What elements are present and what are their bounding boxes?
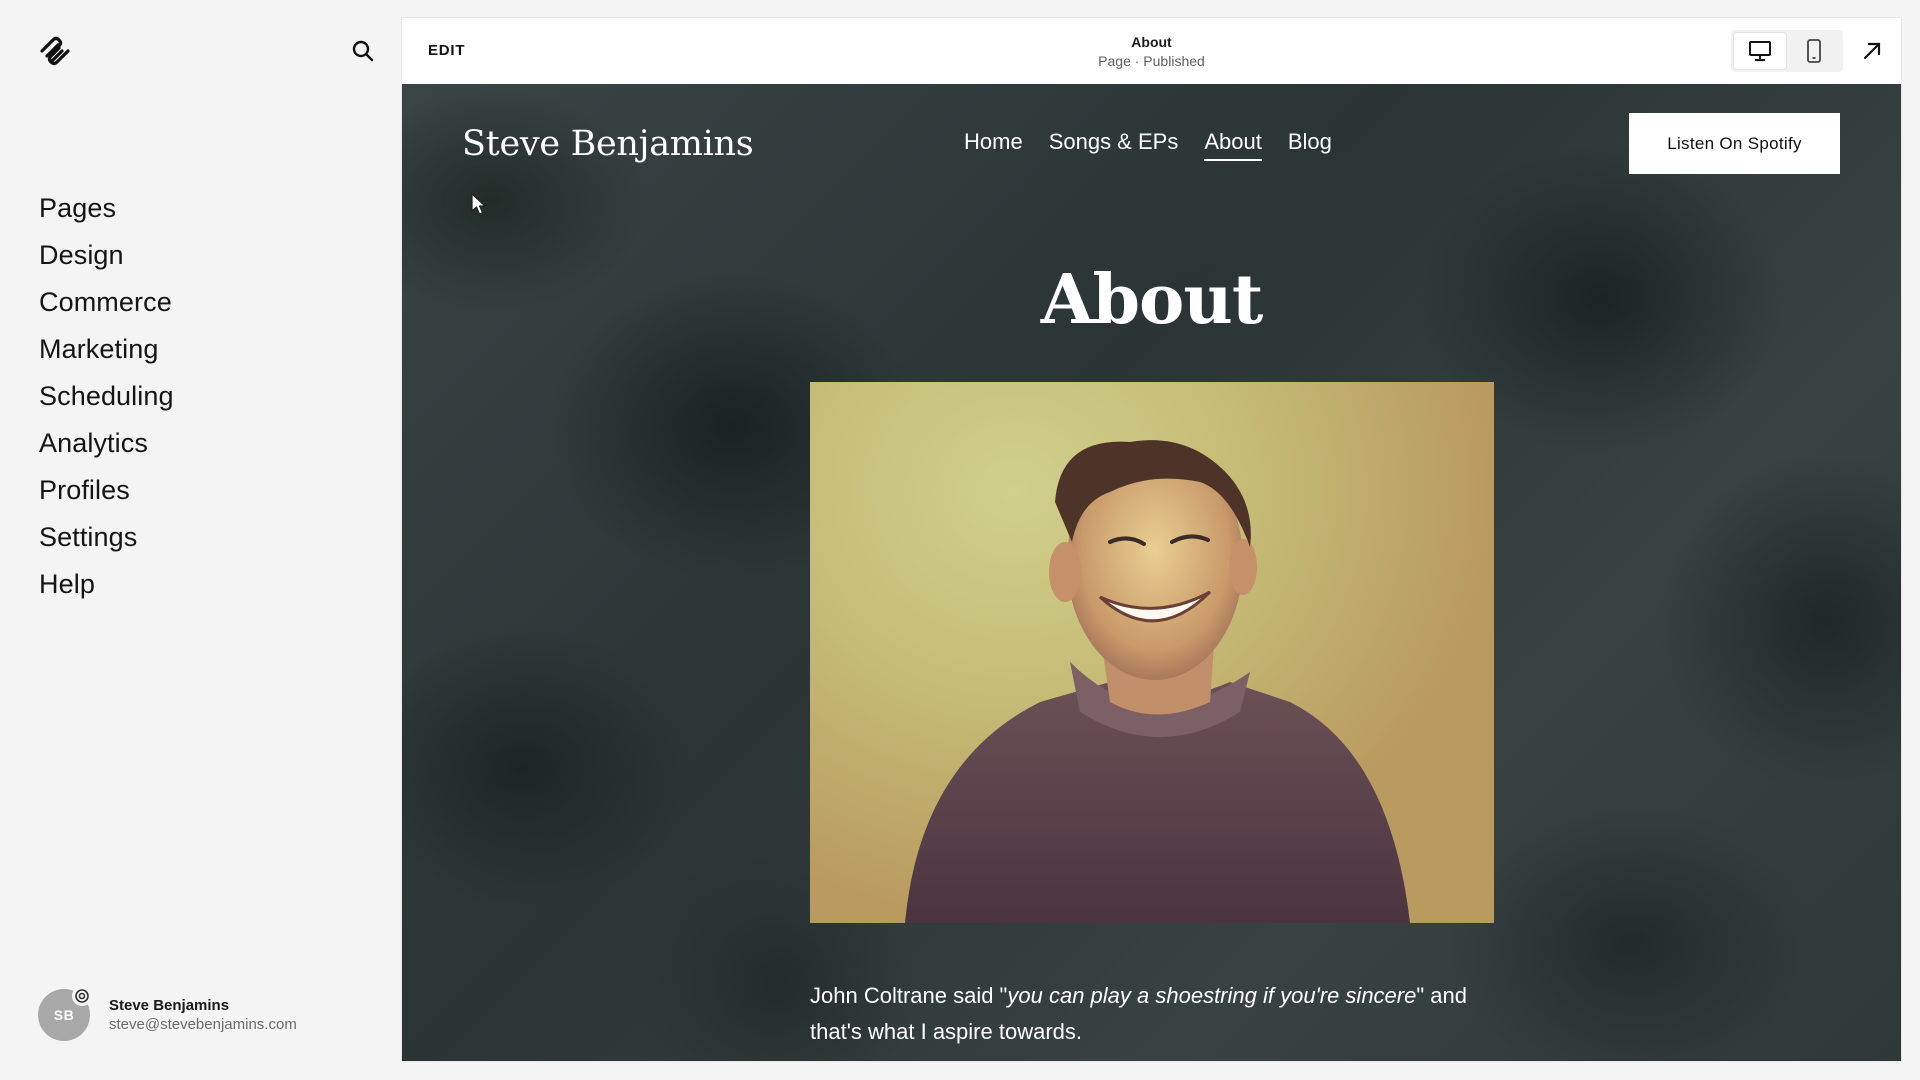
- sidebar-item-pages[interactable]: Pages: [39, 185, 174, 232]
- site-nav: Home Songs & EPs About Blog: [964, 129, 1358, 161]
- sidebar-item-marketing[interactable]: Marketing: [39, 326, 174, 373]
- page-info: About Page · Published: [402, 33, 1901, 71]
- account-menu[interactable]: SB Steve Benjamins steve@stevebenjamins.…: [38, 986, 368, 1042]
- mobile-view-icon[interactable]: [1788, 33, 1840, 69]
- editor-frame: EDIT About Page · Published Steve Benjam…: [402, 18, 1901, 1061]
- sidebar: Pages Design Commerce Marketing Scheduli…: [0, 0, 402, 1080]
- search-icon[interactable]: [350, 38, 376, 64]
- site-nav-blog[interactable]: Blog: [1288, 129, 1332, 161]
- mouse-pointer-icon: [470, 192, 488, 216]
- editor-toolbar: EDIT About Page · Published: [402, 18, 1901, 84]
- bio-quote: you can play a shoestring if you're sinc…: [1007, 983, 1417, 1008]
- bio-text: John Coltrane said "you can play a shoes…: [810, 978, 1510, 1050]
- site-title[interactable]: Steve Benjamins: [462, 124, 754, 164]
- account-email: steve@stevebenjamins.com: [109, 1016, 297, 1033]
- sidebar-item-settings[interactable]: Settings: [39, 514, 174, 561]
- page-status: Page · Published: [1098, 53, 1205, 69]
- sidebar-item-help[interactable]: Help: [39, 561, 174, 608]
- notification-badge-icon: [72, 986, 92, 1006]
- account-name: Steve Benjamins: [109, 997, 230, 1014]
- sidebar-item-analytics[interactable]: Analytics: [39, 420, 174, 467]
- page-title: About: [1131, 34, 1172, 50]
- site-nav-songs-eps[interactable]: Songs & EPs: [1049, 129, 1179, 161]
- portrait-image[interactable]: [810, 382, 1494, 923]
- sidebar-item-profiles[interactable]: Profiles: [39, 467, 174, 514]
- sidebar-item-commerce[interactable]: Commerce: [39, 279, 174, 326]
- sidebar-item-design[interactable]: Design: [39, 232, 174, 279]
- site-nav-about[interactable]: About: [1204, 129, 1262, 161]
- site-preview: Steve Benjamins Home Songs & EPs About B…: [402, 84, 1901, 1061]
- edit-button[interactable]: EDIT: [428, 42, 465, 59]
- open-external-icon[interactable]: [1857, 36, 1887, 66]
- squarespace-logo-icon[interactable]: [38, 34, 72, 68]
- desktop-view-icon[interactable]: [1734, 33, 1786, 69]
- sidebar-item-scheduling[interactable]: Scheduling: [39, 373, 174, 420]
- bio-text-start: John Coltrane said ": [810, 983, 1008, 1008]
- page-heading: About: [1040, 260, 1264, 340]
- sidebar-nav: Pages Design Commerce Marketing Scheduli…: [39, 185, 174, 608]
- device-view-toggle: [1731, 30, 1843, 72]
- site-nav-home[interactable]: Home: [964, 129, 1023, 161]
- listen-on-spotify-button[interactable]: Listen On Spotify: [1629, 113, 1840, 174]
